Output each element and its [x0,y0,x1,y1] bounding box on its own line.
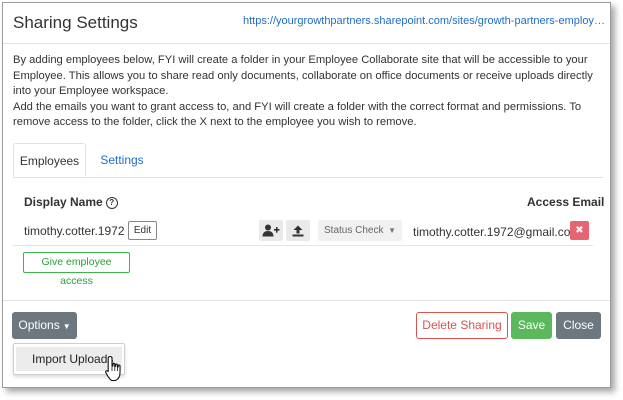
status-check-select[interactable]: Status Check ▼ [318,220,402,241]
status-check-label: Status Check [324,225,384,236]
hand-pointer-cursor-icon [105,355,121,382]
tab-settings[interactable]: Settings [89,143,155,177]
display-name-header: Display Name? [24,195,118,209]
close-button[interactable]: Close [556,312,601,339]
edit-button[interactable]: Edit [128,221,157,240]
dialog-header: Sharing Settings https://yourgrowthpartn… [3,3,610,44]
chevron-down-icon: ▼ [388,226,396,235]
display-name-header-label: Display Name [24,195,103,209]
delete-sharing-button[interactable]: Delete Sharing [416,312,508,339]
access-email: timothy.cotter.1972@gmail.com [413,225,581,239]
employee-display-name: timothy.cotter.1972 [24,224,125,238]
remove-employee-button[interactable]: ✖ [570,221,589,240]
close-icon: ✖ [575,225,584,236]
instructions-paragraph-2: Add the emails you want to grant access … [13,100,582,129]
tab-employees[interactable]: Employees [13,143,86,177]
add-user-button[interactable] [259,220,283,241]
access-email-header: Access Email [527,195,605,209]
instructions-text: By adding employees below, FYI will crea… [13,53,607,131]
caret-down-icon: ▼ [62,322,71,331]
footer-divider [3,300,610,301]
upload-button[interactable] [286,220,310,241]
dialog-title: Sharing Settings [13,13,138,32]
save-button[interactable]: Save [511,312,552,339]
options-label: Options [18,318,60,332]
give-employee-access-button[interactable]: Give employee access [23,252,130,287]
sharing-settings-dialog: Sharing Settings https://yourgrowthpartn… [2,2,611,388]
question-circle-icon[interactable]: ? [105,196,118,209]
sharepoint-site-link[interactable]: https://yourgrowthpartners.sharepoint.co… [243,15,605,27]
user-plus-icon [262,224,280,237]
upload-icon [292,225,304,236]
tab-bar: Employees Settings [13,143,603,178]
table-row: timothy.cotter.1972 Edit Status Check ▼ … [13,215,593,246]
options-dropdown-button[interactable]: Options ▼ [12,312,77,339]
instructions-paragraph-1: By adding employees below, FYI will crea… [13,54,593,98]
